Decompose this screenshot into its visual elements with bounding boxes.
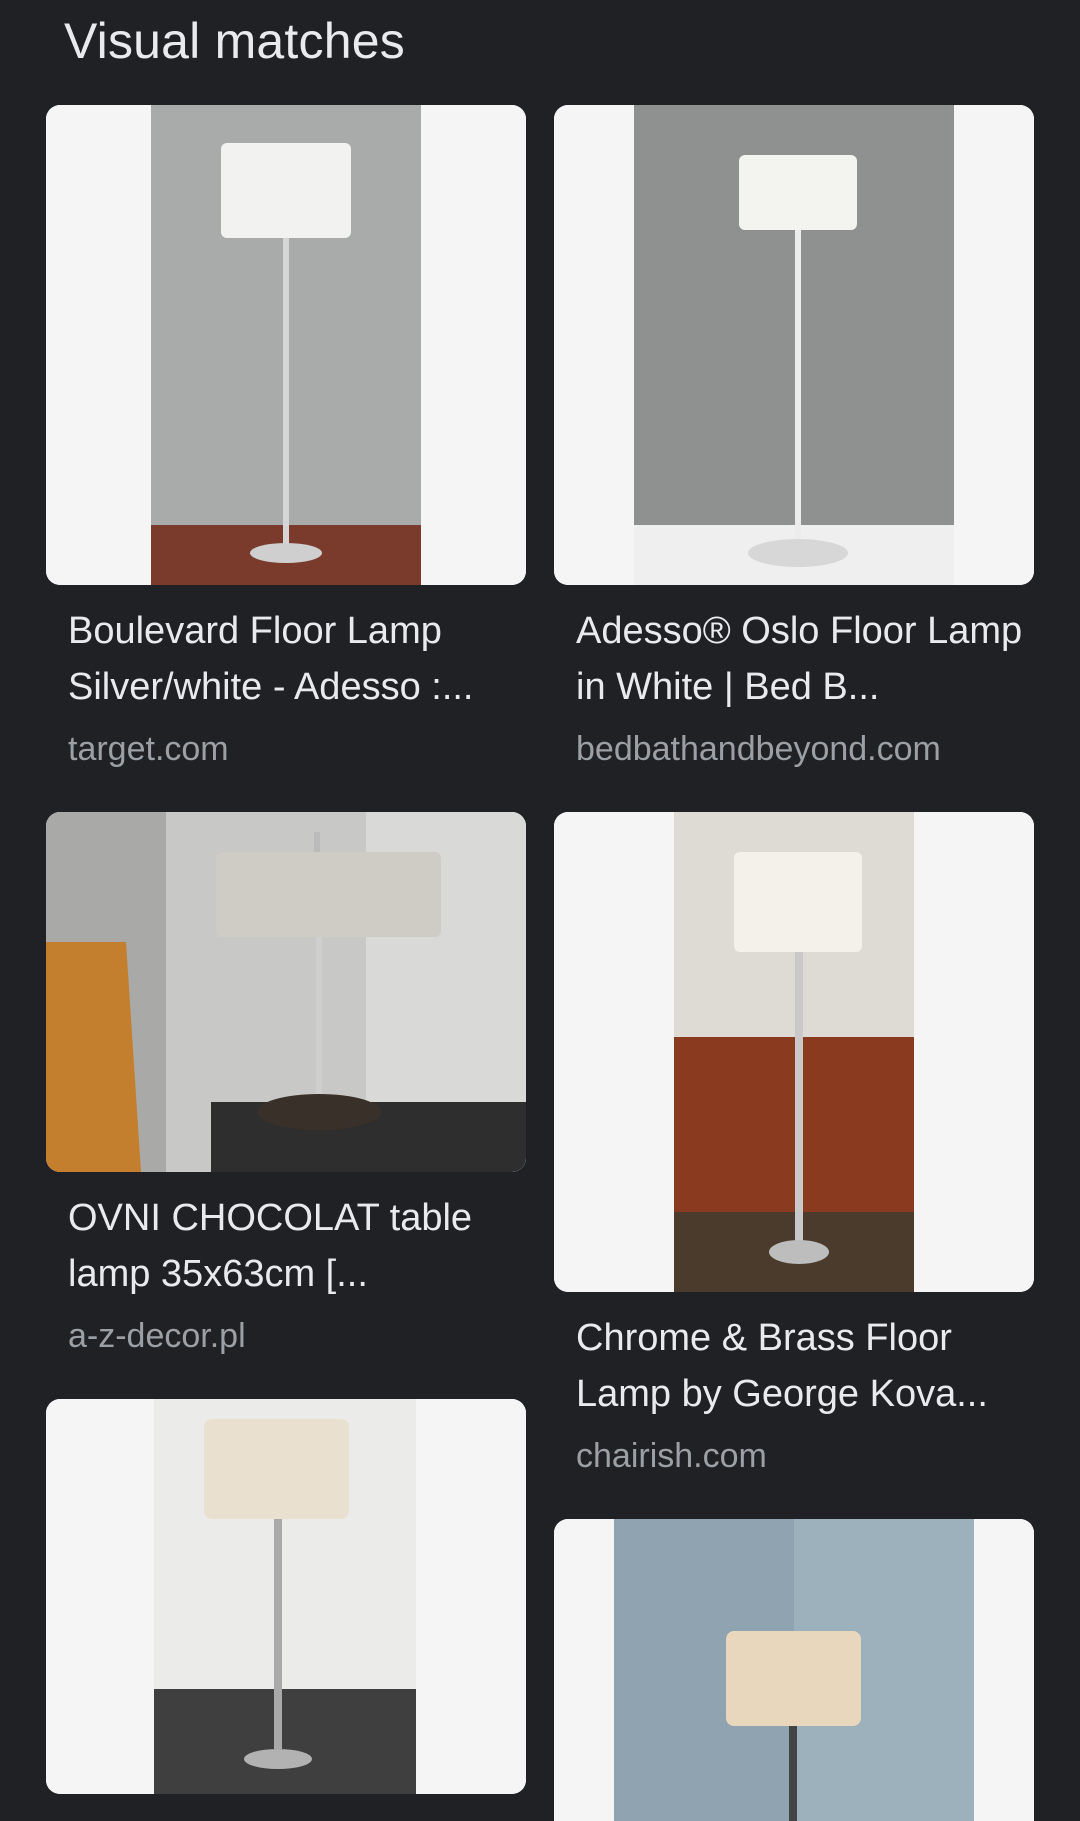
floor-lamp-image — [554, 105, 1034, 585]
result-title[interactable]: Boulevard Floor Lamp Silver/white - Ades… — [68, 603, 518, 715]
result-card-4[interactable]: Chrome & Brass Floor Lamp by George Kova… — [554, 812, 1034, 1482]
result-thumbnail[interactable] — [46, 812, 526, 1172]
floor-lamp-image — [554, 1519, 1034, 1821]
result-thumbnail[interactable] — [46, 105, 526, 585]
result-title[interactable]: OVNI CHOCOLAT table lamp 35x63cm [... — [68, 1190, 518, 1302]
result-source: chairish.com — [576, 1437, 767, 1475]
result-card-2[interactable]: Adesso® Oslo Floor Lamp in White | Bed B… — [554, 105, 1034, 775]
section-title: Visual matches — [64, 13, 405, 69]
result-title[interactable]: Chrome & Brass Floor Lamp by George Kova… — [576, 1310, 1026, 1422]
result-card-5[interactable] — [46, 1399, 526, 1794]
result-card-1[interactable]: Boulevard Floor Lamp Silver/white - Ades… — [46, 105, 526, 775]
result-source: target.com — [68, 730, 229, 768]
floor-lamp-image — [46, 1399, 526, 1794]
result-title[interactable]: Adesso® Oslo Floor Lamp in White | Bed B… — [576, 603, 1026, 715]
floor-lamp-image — [554, 812, 1034, 1292]
table-lamp-image — [46, 812, 526, 1172]
result-thumbnail[interactable] — [46, 1399, 526, 1794]
result-thumbnail[interactable] — [554, 1519, 1034, 1821]
result-thumbnail[interactable] — [554, 812, 1034, 1292]
result-source: a-z-decor.pl — [68, 1317, 246, 1355]
result-thumbnail[interactable] — [554, 105, 1034, 585]
result-card-6[interactable] — [554, 1519, 1034, 1821]
result-source: bedbathandbeyond.com — [576, 730, 941, 768]
floor-lamp-image — [46, 105, 526, 585]
result-card-3[interactable]: OVNI CHOCOLAT table lamp 35x63cm [... a-… — [46, 812, 526, 1372]
